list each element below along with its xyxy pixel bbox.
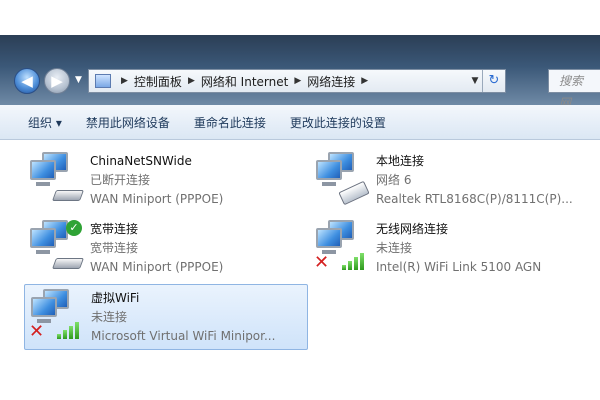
chevron-right-icon[interactable]: ▶ [121, 76, 128, 86]
chevron-right-icon[interactable]: ▶ [361, 76, 368, 86]
connection-status: 已断开连接 [90, 173, 151, 187]
signal-bars-icon [57, 321, 83, 339]
connection-name: 虚拟WiFi [91, 291, 140, 305]
wireless-disconnected-icon: ✕ [314, 220, 368, 276]
recent-pages-dropdown[interactable]: ▼ [75, 75, 82, 85]
connection-local-area[interactable]: 本地连接 网络 6 Realtek RTL8168C(P)/8111C(P)..… [310, 148, 596, 214]
organize-button[interactable]: 组织 ▾ [28, 114, 62, 131]
connection-name: 无线网络连接 [376, 222, 449, 236]
connection-device: WAN Miniport (PPPOE) [90, 260, 224, 274]
broadband-disconnected-icon [30, 152, 85, 208]
breadcrumb-network-internet[interactable]: 网络和 Internet [201, 73, 288, 90]
connection-status: 未连接 [91, 310, 128, 324]
connections-list: ChinaNetSNWide 已断开连接 WAN Miniport (PPPOE… [0, 140, 600, 370]
title-bar: ◀ ▶ ▼ ▶ 控制面板 ▶ 网络和 Internet ▶ 网络连接 ▶ ▼ ↻… [0, 35, 600, 110]
control-panel-icon [95, 74, 111, 88]
connection-status: 宽带连接 [90, 241, 139, 255]
breadcrumb-control-panel[interactable]: 控制面板 [134, 73, 182, 90]
connection-name: ChinaNetSNWide [90, 154, 192, 168]
rename-connection-button[interactable]: 重命名此连接 [194, 114, 266, 131]
broadband-connected-icon: ✓ [30, 220, 85, 276]
connection-device: Intel(R) WiFi Link 5100 AGN [376, 260, 542, 274]
connection-device: WAN Miniport (PPPOE) [90, 192, 224, 206]
red-x-icon: ✕ [29, 321, 45, 342]
check-icon: ✓ [66, 220, 82, 236]
change-settings-button[interactable]: 更改此连接的设置 [290, 114, 386, 131]
virtual-wifi-disconnected-icon: ✕ [29, 289, 83, 345]
red-x-icon: ✕ [314, 252, 330, 273]
search-input[interactable]: 搜索 网... [548, 69, 600, 110]
signal-bars-icon [342, 252, 368, 270]
connection-name: 宽带连接 [90, 222, 139, 236]
refresh-icon[interactable]: ↻ [482, 70, 505, 92]
chevron-right-icon[interactable]: ▶ [294, 76, 301, 86]
connection-status: 网络 6 [376, 173, 412, 187]
connection-status: 未连接 [376, 241, 413, 255]
chevron-right-icon[interactable]: ▶ [188, 76, 195, 86]
connection-chinanetsnwide[interactable]: ChinaNetSNWide 已断开连接 WAN Miniport (PPPOE… [24, 148, 294, 214]
command-toolbar: 组织 ▾ 禁用此网络设备 重命名此连接 更改此连接的设置 [0, 105, 600, 140]
explorer-window: ◀ ▶ ▼ ▶ 控制面板 ▶ 网络和 Internet ▶ 网络连接 ▶ ▼ ↻… [0, 35, 600, 370]
back-button[interactable]: ◀ [14, 68, 40, 94]
forward-button[interactable]: ▶ [44, 68, 70, 94]
connection-wireless[interactable]: ✕ 无线网络连接 未连接 Intel(R) WiFi Link 5100 AGN [310, 216, 596, 282]
breadcrumb-network-connections[interactable]: 网络连接 [307, 73, 355, 90]
address-bar[interactable]: ▶ 控制面板 ▶ 网络和 Internet ▶ 网络连接 ▶ ▼ ↻ [88, 69, 506, 93]
ethernet-connected-icon [316, 152, 370, 208]
connection-name: 本地连接 [376, 154, 425, 168]
connection-device: Realtek RTL8168C(P)/8111C(P)... [376, 192, 573, 206]
connection-virtual-wifi[interactable]: ✕ 虚拟WiFi 未连接 Microsoft Virtual WiFi Mini… [24, 284, 308, 350]
address-dropdown-icon[interactable]: ▼ [468, 76, 482, 86]
connection-broadband[interactable]: ✓ 宽带连接 宽带连接 WAN Miniport (PPPOE) [24, 216, 294, 282]
connection-device: Microsoft Virtual WiFi Minipor... [91, 329, 276, 343]
disable-device-button[interactable]: 禁用此网络设备 [86, 114, 170, 131]
